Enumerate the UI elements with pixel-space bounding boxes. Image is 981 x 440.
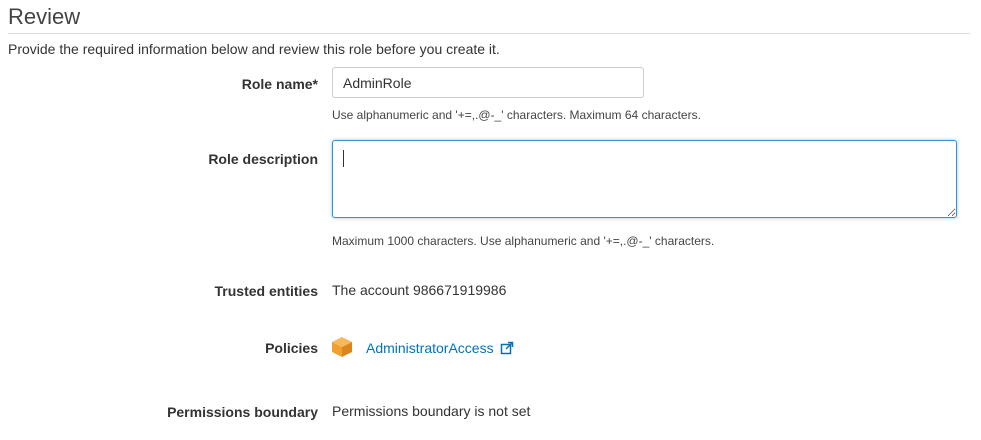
role-description-label: Role description bbox=[208, 151, 318, 167]
role-name-hint: Use alphanumeric and '+=,.@-_' character… bbox=[332, 108, 701, 122]
title-divider bbox=[8, 33, 970, 34]
permissions-boundary-label: Permissions boundary bbox=[167, 404, 318, 420]
text-caret bbox=[343, 150, 344, 167]
administrator-access-link[interactable]: AdministratorAccess bbox=[366, 340, 514, 356]
trusted-entities-label: Trusted entities bbox=[214, 283, 318, 299]
external-link-icon bbox=[500, 341, 514, 355]
policy-link-text: AdministratorAccess bbox=[366, 340, 494, 356]
policy-cube-icon bbox=[331, 336, 353, 358]
role-description-input[interactable] bbox=[332, 140, 957, 218]
trusted-entities-value: The account 986671919986 bbox=[332, 282, 507, 298]
page-subtitle: Provide the required information below a… bbox=[8, 41, 500, 57]
role-name-input[interactable] bbox=[332, 67, 644, 98]
role-description-hint: Maximum 1000 characters. Use alphanumeri… bbox=[332, 234, 715, 248]
page-title: Review bbox=[8, 4, 81, 29]
role-name-label: Role name* bbox=[241, 76, 318, 92]
permissions-boundary-value: Permissions boundary is not set bbox=[332, 403, 531, 419]
policies-label: Policies bbox=[265, 340, 318, 356]
